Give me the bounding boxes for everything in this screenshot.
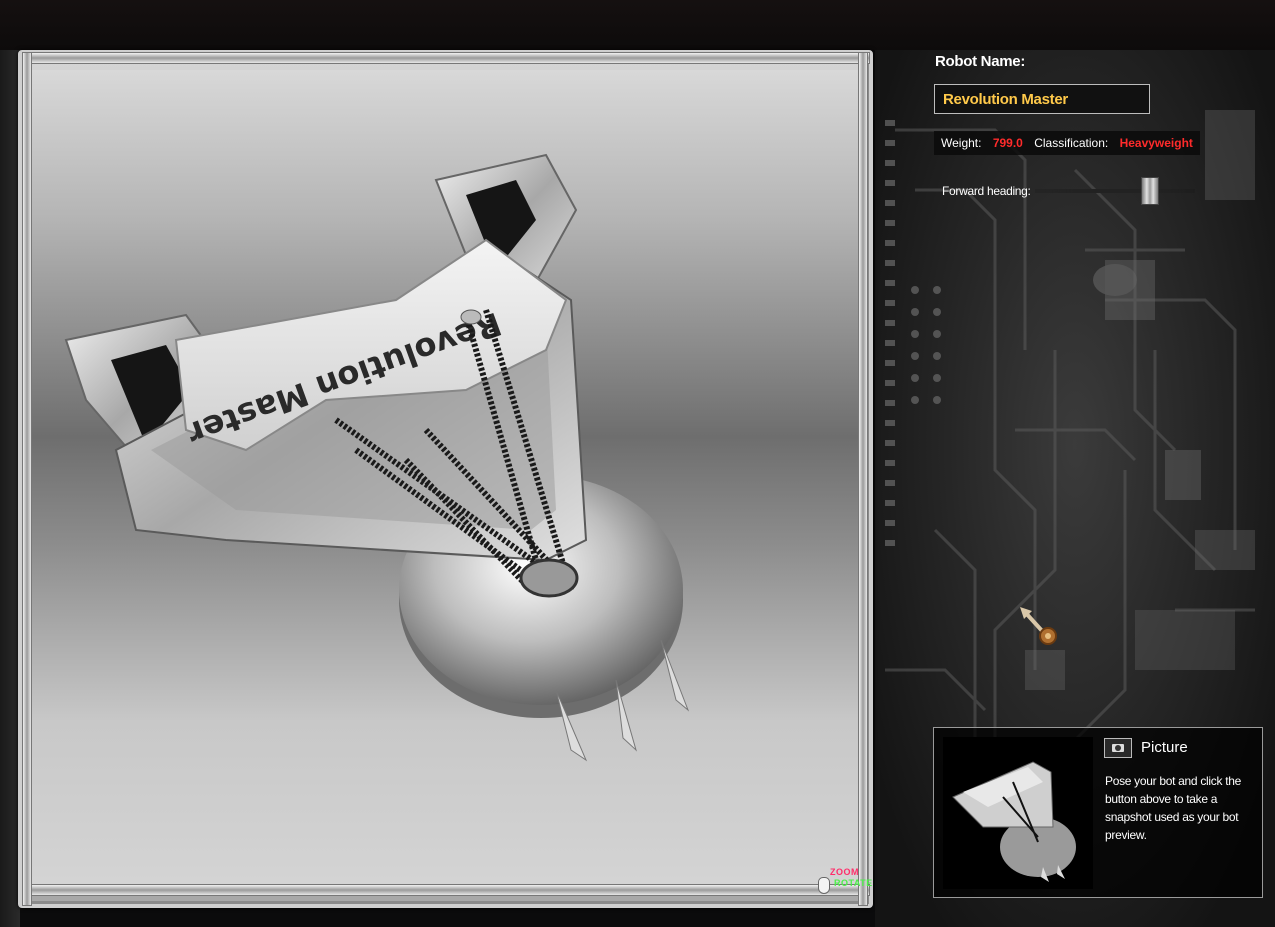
robot-snapshot-preview: [943, 737, 1093, 889]
weight-label: Weight:: [941, 136, 982, 150]
picture-panel: Picture Pose your bot and click the butt…: [933, 727, 1263, 898]
robot-3d-viewport[interactable]: Revolution Master: [26, 70, 866, 885]
robot-name-label: Robot Name:: [935, 53, 1026, 70]
picture-description: Pose your bot and click the button above…: [1105, 774, 1241, 842]
weight-value: 799.0: [992, 136, 1023, 150]
classification-value: Heavyweight: [1119, 136, 1193, 150]
left-frame-rail: [22, 52, 32, 906]
forward-heading-slider-handle[interactable]: [1141, 177, 1159, 205]
classification-label: Classification:: [1034, 136, 1109, 150]
top-frame-rail: [22, 52, 870, 64]
take-picture-button[interactable]: [1104, 738, 1132, 758]
zoom-label: ZOOM: [830, 867, 859, 877]
mouse-icon: [818, 877, 830, 894]
forward-heading-track[interactable]: [1035, 189, 1195, 193]
left-background-strip: [0, 50, 20, 927]
stats-bar: Weight: 799.0 Classification: Heavyweigh…: [934, 131, 1200, 155]
rotate-label: ROTATE: [834, 878, 873, 888]
forward-heading-label: Forward heading:: [942, 184, 1031, 198]
robot-model: Revolution Master: [64, 153, 690, 762]
right-frame-rail: [858, 52, 868, 906]
bottom-frame-rail: [22, 884, 870, 896]
robot-name-input[interactable]: [934, 84, 1150, 114]
top-band: [0, 0, 1275, 50]
heading-gear-icon: [1018, 605, 1060, 647]
picture-title: Picture: [1141, 739, 1188, 756]
zoom-rotate-hint: ZOOM ROTATE: [812, 867, 872, 897]
